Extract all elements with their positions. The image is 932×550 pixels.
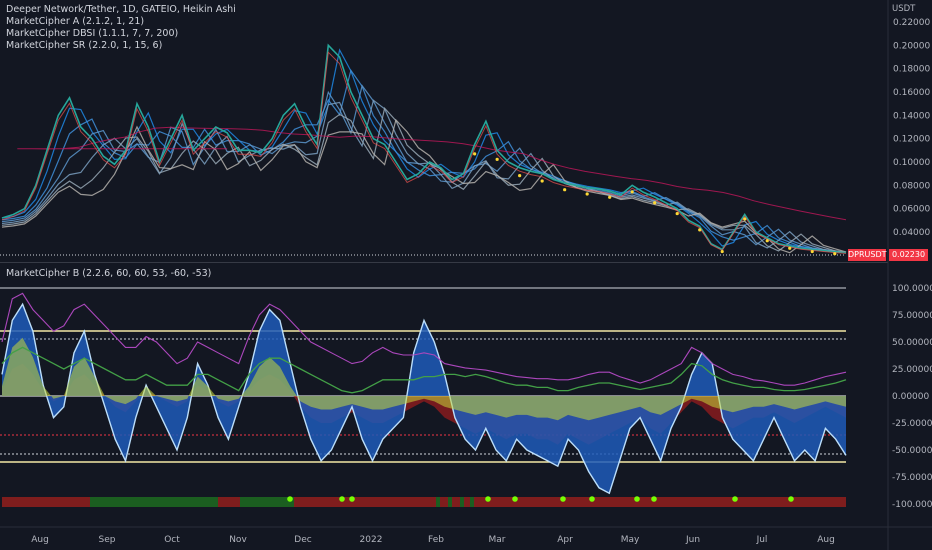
time-tick-label: Aug (31, 535, 49, 545)
time-tick-label: Jun (685, 535, 700, 545)
signal-dot (698, 228, 702, 232)
time-tick-label: Apr (557, 535, 573, 545)
ema-ribbon-line (1, 99, 847, 254)
time-tick-label: Mar (489, 535, 506, 545)
price-tick-label: 0.18000 (893, 65, 930, 75)
time-tick-label: May (621, 535, 640, 545)
time-tick-label: Sep (99, 535, 116, 545)
indicator-label-a[interactable]: MarketCipher A (2.1.2, 1, 21) (6, 16, 236, 28)
symbol-title[interactable]: Deeper Network/Tether, 1D, GATEIO, Heiki… (6, 4, 236, 16)
time-tick-label: Aug (817, 535, 835, 545)
dbsi-signal-dot (485, 496, 491, 502)
price-tick-label: 0.08000 (893, 181, 930, 191)
osc-tick-label: -75.00000 (892, 473, 932, 483)
dbsi-signal-dot (349, 496, 355, 502)
dbsi-signal-dot (589, 496, 595, 502)
signal-dot (540, 179, 544, 183)
price-tick-label: 0.20000 (893, 41, 930, 51)
ema-ribbon-line (1, 68, 847, 253)
dbsi-signal-dot (651, 496, 657, 502)
signal-dot (788, 246, 792, 250)
indicator-label-sr[interactable]: MarketCipher SR (2.2.0, 1, 15, 6) (6, 40, 236, 52)
price-tick-label: 0.06000 (893, 205, 930, 215)
price-tick-label: 0.16000 (893, 88, 930, 98)
signal-dot (743, 217, 747, 221)
price-tick-label: 0.10000 (893, 158, 930, 168)
time-tick-label: Feb (428, 535, 444, 545)
osc-tick-label: 50.00000 (892, 338, 932, 348)
dbsi-signal-dot (287, 496, 293, 502)
signal-dot (630, 190, 634, 194)
signal-dot (495, 157, 499, 161)
price-tick-label: 0.14000 (893, 111, 930, 121)
signal-dot (585, 192, 589, 196)
osc-tick-label: 100.00000 (892, 284, 932, 294)
signal-dot (473, 152, 477, 156)
dbsi-signal-dot (512, 496, 518, 502)
main-legend: Deeper Network/Tether, 1D, GATEIO, Heiki… (6, 4, 236, 52)
osc-tick-label: -50.00000 (892, 446, 932, 456)
signal-dot (653, 201, 657, 205)
time-tick-label: 2022 (360, 535, 383, 545)
price-tick-label: 0.12000 (893, 135, 930, 145)
indicator-label-dbsi[interactable]: MarketCipher DBSI (1.1.1, 7, 7, 200) (6, 28, 236, 40)
dbsi-signal-dot (339, 496, 345, 502)
signal-dot (810, 249, 814, 254)
signal-dot (675, 211, 679, 216)
oscillator-axis-ticks: 100.00000 75.00000 50.00000 25.00000 0.00000… (892, 284, 932, 510)
dbsi-strip (2, 497, 846, 507)
ema-ribbon-line (1, 106, 847, 253)
osc-tick-label: -100.00000 (892, 500, 932, 510)
osc-tick-label: 75.00000 (892, 311, 932, 321)
price-layer (1, 43, 847, 256)
osc-tick-label: 0.00000 (892, 392, 929, 402)
signal-dot (765, 239, 769, 243)
signal-dot (518, 173, 522, 178)
osc-legend: MarketCipher B (2.2.6, 60, 60, 53, -60, … (6, 268, 211, 280)
signal-dot (720, 249, 724, 254)
time-tick-label: Nov (229, 535, 247, 545)
price-tick-label: 0.04000 (893, 228, 930, 238)
price-axis-ticks: 0.22000 0.20000 0.18000 0.16000 0.14000 0.120… (893, 18, 930, 238)
symbol-tag: DPRUSDT (848, 249, 887, 261)
dbsi-signal-dot (634, 496, 640, 502)
signal-dot (563, 188, 567, 192)
dbsi-signal-dot (788, 496, 794, 502)
currency-label: USDT (892, 4, 916, 14)
osc-tick-label: 25.00000 (892, 365, 932, 375)
price-tick-label: 0.22000 (893, 18, 930, 28)
oscillator-layer (1, 292, 847, 502)
dbsi-signal-dot (560, 496, 566, 502)
signal-dot (608, 195, 612, 199)
time-tick-label: Dec (294, 535, 311, 545)
time-axis-ticks: Aug Sep Oct Nov Dec 2022 Feb Mar Apr May Jun Jul Aug (31, 535, 835, 545)
last-price-tag: 0.02230 (889, 249, 928, 261)
dbsi-signal-dot (732, 496, 738, 502)
time-tick-label: Oct (164, 535, 180, 545)
osc-tick-label: -25.00000 (892, 419, 932, 429)
signal-dot (833, 252, 837, 256)
time-tick-label: Jul (756, 535, 768, 545)
long-ma-line (17, 126, 847, 221)
indicator-label-b[interactable]: MarketCipher B (2.2.6, 60, 60, 53, -60, … (6, 268, 211, 280)
